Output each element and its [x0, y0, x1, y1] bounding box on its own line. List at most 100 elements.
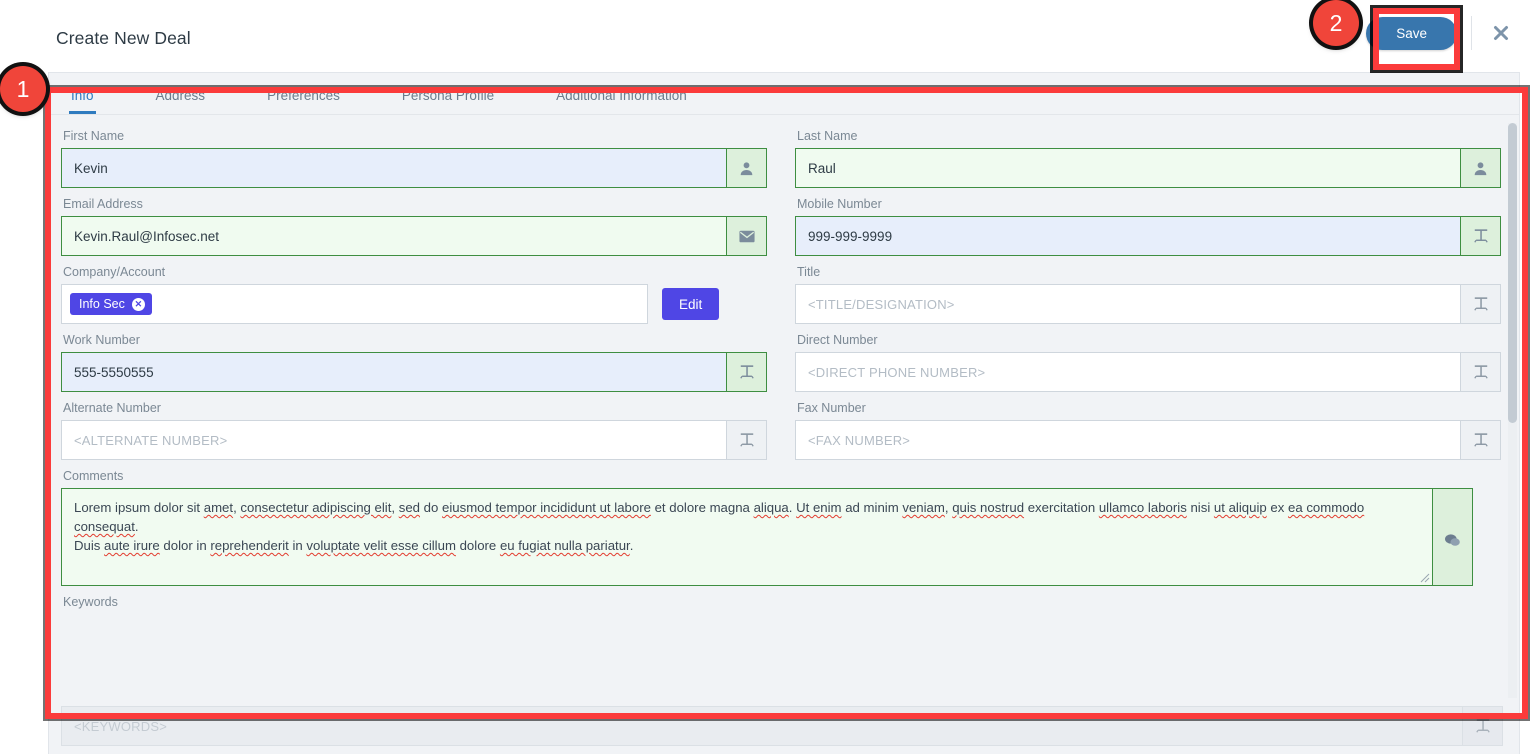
save-button[interactable]: Save	[1366, 16, 1457, 50]
field-title: Title <TITLE/DESIGNATION>	[795, 265, 1501, 324]
page-title: Create New Deal	[56, 28, 191, 48]
scrollbar-thumb[interactable]	[1508, 123, 1517, 423]
fax-number-placeholder: <FAX NUMBER>	[808, 432, 911, 448]
comments-t20: ut aliquip	[1213, 500, 1267, 515]
comments-t18: ullamco laboris	[1098, 500, 1187, 515]
edit-button[interactable]: Edit	[662, 288, 720, 320]
tab-persona-profile[interactable]: Persona Profile	[392, 88, 504, 114]
field-company-account: Company/Account Info Sec ✕ Edit	[61, 265, 767, 324]
text-format-icon	[1462, 706, 1503, 746]
comments-t13: ad minim	[841, 500, 903, 515]
form-row-alternate-fax: Alternate Number <ALTERNATE NUMBER> Fax …	[61, 401, 1501, 460]
company-chip[interactable]: Info Sec ✕	[70, 293, 152, 315]
title-input[interactable]: <TITLE/DESIGNATION>	[795, 284, 1460, 324]
keywords-input[interactable]: <KEYWORDS>	[61, 706, 1462, 746]
create-new-deal-modal: Create New Deal Save Info Address Prefer…	[0, 0, 1532, 754]
comments-t25: aute irure	[104, 538, 160, 553]
close-icon[interactable]	[1486, 18, 1516, 48]
fax-number-input-group[interactable]: <FAX NUMBER>	[795, 420, 1501, 460]
direct-number-placeholder: <DIRECT PHONE NUMBER>	[808, 364, 986, 380]
form-row-company-title: Company/Account Info Sec ✕ Edit Title <T…	[61, 265, 1501, 324]
tab-bar: Info Address Preferences Persona Profile…	[49, 73, 1519, 115]
form-row-work-direct: Work Number 555-5550555 Direct Number <D…	[61, 333, 1501, 392]
annotation-badge-2: 2	[1313, 0, 1359, 46]
field-last-name: Last Name Raul	[795, 129, 1501, 188]
comments-t27: reprehenderit	[210, 538, 289, 553]
work-number-label: Work Number	[63, 333, 140, 347]
work-number-input[interactable]: 555-5550555	[61, 352, 726, 392]
header-divider	[1471, 16, 1472, 50]
first-name-input-group[interactable]: Kevin	[61, 148, 767, 188]
field-first-name: First Name Kevin	[61, 129, 767, 188]
title-label: Title	[797, 265, 821, 279]
last-name-input[interactable]: Raul	[795, 148, 1460, 188]
fax-number-input[interactable]: <FAX NUMBER>	[795, 420, 1460, 460]
comments-label: Comments	[63, 469, 124, 483]
alternate-number-input[interactable]: <ALTERNATE NUMBER>	[61, 420, 726, 460]
last-name-input-group[interactable]: Raul	[795, 148, 1501, 188]
form-row-names: First Name Kevin Last Name Raul	[61, 129, 1501, 188]
modal-header: Create New Deal Save	[0, 0, 1532, 72]
comments-t19: nisi	[1186, 500, 1214, 515]
comments-t29: voluptate velit esse cillum	[306, 538, 456, 553]
form-area: First Name Kevin Last Name Raul Email Ad…	[49, 115, 1519, 698]
keywords-placeholder: <KEYWORDS>	[74, 718, 168, 734]
tab-address[interactable]: Address	[146, 88, 216, 114]
alternate-number-placeholder: <ALTERNATE NUMBER>	[74, 432, 228, 448]
title-input-group[interactable]: <TITLE/DESIGNATION>	[795, 284, 1501, 324]
form-row-comments: Comments Lorem ipsum dolor sit amet, con…	[61, 469, 1501, 586]
tab-info[interactable]: Info	[61, 88, 104, 114]
direct-number-label: Direct Number	[797, 333, 878, 347]
comments-t28: in	[288, 538, 307, 553]
work-number-input-group[interactable]: 555-5550555	[61, 352, 767, 392]
remove-chip-icon[interactable]: ✕	[131, 297, 145, 311]
comments-t26: dolor in	[159, 538, 211, 553]
company-account-label: Company/Account	[63, 265, 166, 279]
person-icon	[726, 148, 767, 188]
alternate-number-input-group[interactable]: <ALTERNATE NUMBER>	[61, 420, 767, 460]
company-account-input[interactable]: Info Sec ✕	[61, 284, 648, 324]
tab-preferences[interactable]: Preferences	[257, 88, 350, 114]
comments-t10: aliqua	[753, 500, 789, 515]
comments-t12: Ut enim	[796, 500, 842, 515]
first-name-label: First Name	[63, 129, 125, 143]
mobile-number-input[interactable]: 999-999-9999	[795, 216, 1460, 256]
comments-textarea[interactable]: Lorem ipsum dolor sit amet, consectetur …	[61, 488, 1432, 586]
direct-number-input-group[interactable]: <DIRECT PHONE NUMBER>	[795, 352, 1501, 392]
field-comments: Comments Lorem ipsum dolor sit amet, con…	[61, 469, 1501, 586]
email-input-group[interactable]: Kevin.Raul@Infosec.net	[61, 216, 767, 256]
comments-t24: Duis	[74, 538, 105, 553]
company-account-row: Info Sec ✕ Edit	[61, 284, 767, 324]
envelope-icon	[726, 216, 767, 256]
keywords-input-group[interactable]: <KEYWORDS>	[61, 706, 1503, 746]
mobile-number-label: Mobile Number	[797, 197, 882, 211]
comments-t14: veniam	[902, 500, 945, 515]
comments-t5: ,	[391, 500, 399, 515]
comments-t1: Lorem ipsum dolor sit	[74, 500, 204, 515]
tab-additional-information[interactable]: Additional Information	[546, 88, 697, 114]
annotation-badge-1: 1	[0, 66, 46, 112]
vertical-scrollbar[interactable]	[1508, 123, 1517, 698]
text-format-icon	[726, 352, 767, 392]
comments-t21: ex	[1266, 500, 1288, 515]
comments-t32: .	[629, 538, 634, 553]
mobile-number-input-group[interactable]: 999-999-9999	[795, 216, 1501, 256]
first-name-input[interactable]: Kevin	[61, 148, 726, 188]
email-label: Email Address	[63, 197, 143, 211]
field-direct-number: Direct Number <DIRECT PHONE NUMBER>	[795, 333, 1501, 392]
comments-t23: .	[134, 519, 139, 534]
field-fax-number: Fax Number <FAX NUMBER>	[795, 401, 1501, 460]
person-icon	[1460, 148, 1501, 188]
alternate-number-label: Alternate Number	[63, 401, 161, 415]
comments-t8: eiusmod tempor incididunt ut labore	[442, 500, 651, 515]
comments-t11: .	[788, 500, 797, 515]
email-input[interactable]: Kevin.Raul@Infosec.net	[61, 216, 726, 256]
keywords-label: Keywords	[63, 595, 118, 609]
direct-number-input[interactable]: <DIRECT PHONE NUMBER>	[795, 352, 1460, 392]
comments-t9: et dolore magna	[650, 500, 754, 515]
comments-input-group[interactable]: Lorem ipsum dolor sit amet, consectetur …	[61, 488, 1473, 586]
text-format-icon	[1460, 284, 1501, 324]
text-format-icon	[1460, 420, 1501, 460]
field-mobile-number: Mobile Number 999-999-9999	[795, 197, 1501, 256]
header-actions: Save	[1366, 16, 1516, 50]
